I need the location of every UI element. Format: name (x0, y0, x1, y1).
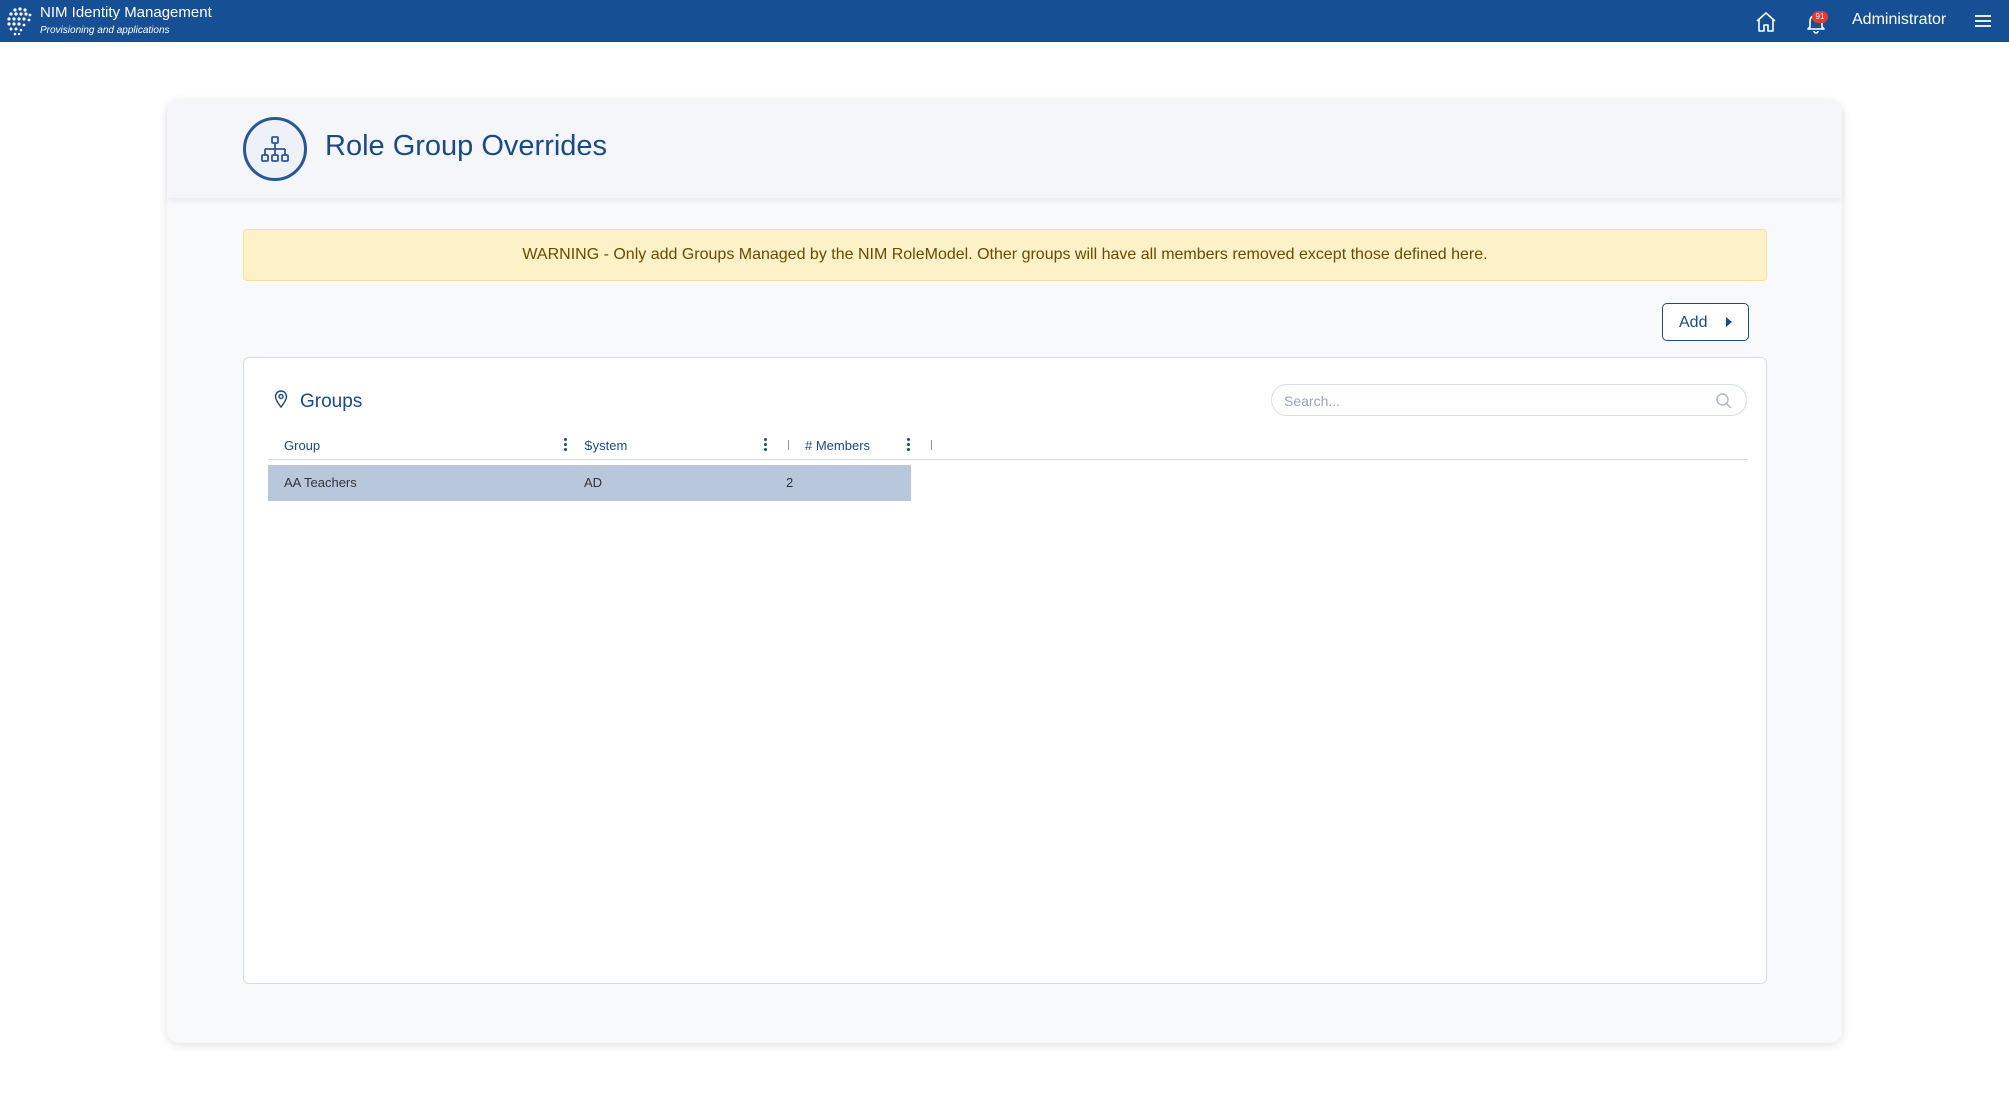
main-card: Role Group Overrides WARNING - Only add … (167, 100, 1842, 1043)
column-resize-handle[interactable] (931, 440, 932, 450)
app-logo-icon[interactable] (5, 4, 35, 38)
hamburger-menu-icon[interactable] (1972, 11, 1994, 31)
caret-right-icon (1726, 317, 1732, 327)
add-button[interactable]: Add (1662, 303, 1749, 341)
search-box (1271, 384, 1747, 416)
page-header: Role Group Overrides (167, 100, 1842, 198)
top-bar: NIM Identity Management Provisioning and… (0, 0, 2009, 42)
app-title: NIM Identity Management (40, 4, 212, 21)
app-subtitle: Provisioning and applications (40, 25, 170, 36)
column-menu-icon[interactable] (763, 438, 767, 452)
org-chart-icon (243, 117, 307, 181)
column-header-members[interactable]: # Members (805, 438, 870, 453)
cell-system: AD (584, 475, 603, 490)
table-row[interactable]: AA Teachers AD 2 (268, 465, 911, 501)
column-menu-icon[interactable] (906, 438, 910, 452)
column-header-system-label[interactable]: System (584, 438, 627, 453)
page-title: Role Group Overrides (325, 130, 608, 162)
cell-group: AA Teachers (284, 475, 357, 490)
groups-title: Groups (300, 391, 363, 412)
map-pin-icon (274, 390, 288, 408)
user-menu[interactable]: Administrator (1852, 11, 1946, 29)
warning-banner: WARNING - Only add Groups Managed by the… (243, 229, 1767, 281)
add-button-label: Add (1679, 314, 1708, 331)
search-input[interactable] (1284, 391, 1704, 411)
grid-header-columns: System # Members (268, 430, 1748, 460)
notification-badge[interactable]: 91 (1812, 11, 1828, 23)
search-icon[interactable] (1715, 392, 1733, 410)
home-icon[interactable] (1754, 10, 1778, 34)
column-resize-handle[interactable] (788, 440, 789, 450)
groups-panel: Groups Group System # Members AA Teacher (243, 357, 1767, 984)
cell-members: 2 (786, 475, 794, 490)
